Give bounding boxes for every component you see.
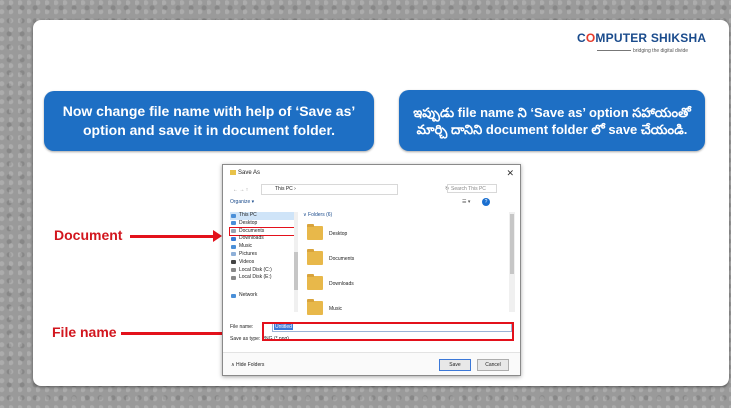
folder-scrollbar[interactable] [509, 212, 515, 312]
file-name-highlight-box [262, 322, 514, 341]
documents-icon [231, 229, 236, 234]
help-icon[interactable]: ? [482, 198, 490, 206]
nav-item-music[interactable]: Music [230, 243, 294, 251]
view-options-icon[interactable]: ☰ ▾ [462, 199, 470, 205]
close-button[interactable]: ✕ [506, 168, 514, 179]
nav-arrows-icon[interactable]: ← → ↑ [233, 187, 248, 193]
hide-folders-button[interactable]: ∧ Hide Folders [231, 362, 264, 368]
nav-item-pictures[interactable]: Pictures [230, 251, 294, 259]
folder-icon [307, 299, 323, 315]
nav-item-downloads[interactable]: Downloads [230, 235, 294, 243]
logo-text: COMPUTER SHIKSHA [577, 31, 707, 45]
drive-icon [231, 275, 236, 280]
save-as-icon [230, 170, 236, 175]
downloads-icon [231, 236, 236, 241]
folder-view: ∨ Folders (6) Desktop Documents Download… [303, 212, 493, 316]
save-button[interactable]: Save [439, 359, 471, 371]
logo-tagline: bridging the digital divide [633, 48, 689, 54]
this-pc-icon [231, 213, 236, 218]
nav-item-videos[interactable]: Videos [230, 259, 294, 267]
instruction-callout-telugu: ఇప్పుడు file name ని ‘Save as’ option సహ… [399, 90, 705, 151]
dialog-toolbar: Organize ▾ ☰ ▾ ? [230, 198, 510, 208]
folder-icon [307, 274, 323, 290]
folder-desktop[interactable]: Desktop [307, 224, 427, 244]
search-input[interactable]: Search This PC [447, 184, 497, 193]
desktop-icon [231, 221, 236, 226]
instruction-text-english: Now change file name with help of ‘Save … [62, 103, 356, 138]
folder-scroll-thumb[interactable] [510, 214, 514, 274]
videos-icon [231, 260, 236, 265]
instruction-callout-english: Now change file name with help of ‘Save … [44, 91, 374, 151]
music-icon [231, 244, 236, 249]
folder-music[interactable]: Music [307, 299, 427, 319]
nav-item-local-disk-c[interactable]: Local Disk (C:) [230, 267, 294, 275]
cancel-button[interactable]: Cancel [477, 359, 509, 371]
breadcrumb[interactable]: This PC › [275, 186, 296, 192]
computer-shiksha-logo: COMPUTER SHIKSHA bridging the digital di… [577, 27, 717, 59]
file-name-label: File name [52, 324, 117, 340]
navigation-pane: This PC Desktop Documents Downloads Musi… [229, 212, 295, 316]
folders-header[interactable]: ∨ Folders (6) [303, 212, 493, 218]
document-arrow [130, 230, 222, 242]
nav-item-local-disk-e[interactable]: Local Disk (E:) [230, 274, 294, 282]
nav-item-network[interactable]: Network [230, 292, 294, 300]
folder-documents[interactable]: Documents [307, 249, 427, 269]
drive-icon [231, 268, 236, 273]
nav-item-this-pc[interactable]: This PC [230, 212, 294, 220]
nav-scroll-thumb[interactable] [294, 252, 298, 290]
dialog-title: Save As [230, 170, 260, 176]
nav-item-documents[interactable]: Documents [229, 226, 295, 237]
document-label: Document [54, 227, 123, 243]
organize-menu[interactable]: Organize ▾ [230, 199, 254, 205]
dialog-footer: ∧ Hide Folders Save Cancel [223, 352, 520, 375]
nav-item-desktop[interactable]: Desktop [230, 220, 294, 228]
folder-icon [307, 224, 323, 240]
pictures-icon [231, 252, 236, 257]
folder-icon [307, 249, 323, 265]
instruction-text-telugu: ఇప్పుడు file name ని ‘Save as’ option సహ… [413, 104, 691, 137]
file-name-field-label: File name: [230, 324, 254, 330]
folder-downloads[interactable]: Downloads [307, 274, 427, 294]
network-icon [231, 293, 236, 298]
save-as-dialog: Save As ✕ ← → ↑ This PC › ↻ Search This … [222, 164, 521, 376]
nav-scrollbar[interactable] [294, 212, 298, 312]
logo-divider [597, 50, 631, 51]
